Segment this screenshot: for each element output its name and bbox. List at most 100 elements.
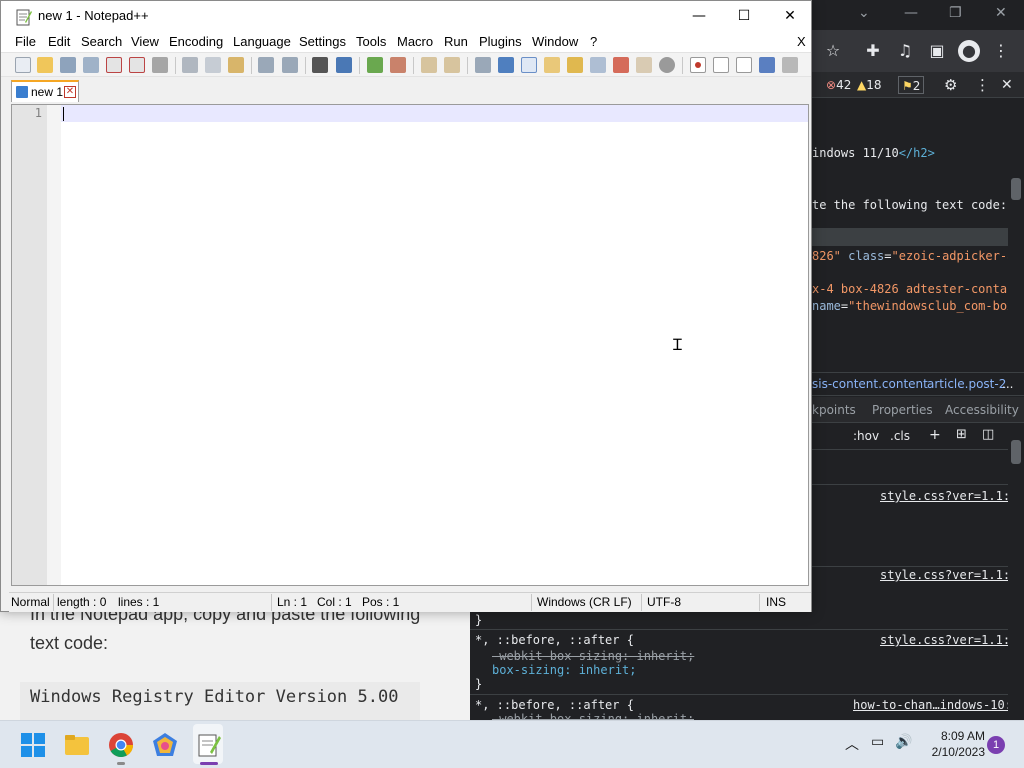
css-selector[interactable]: *, ::before, ::after {: [475, 633, 634, 647]
css-selector[interactable]: *, ::before, ::after {: [475, 698, 634, 712]
tab-close-icon[interactable]: ✕: [64, 86, 76, 98]
menu-view[interactable]: View: [131, 34, 159, 49]
close-button[interactable]: ✕: [767, 1, 813, 32]
tab-breakpoints[interactable]: kpoints: [812, 403, 856, 417]
network-icon[interactable]: ▭: [871, 734, 884, 750]
cut-icon[interactable]: [182, 57, 198, 73]
sync-vertical-icon[interactable]: [421, 57, 437, 73]
restore-icon[interactable]: ❐: [949, 5, 962, 21]
errors-badge[interactable]: ⊗42: [826, 76, 851, 94]
new-rule-plus-icon[interactable]: +: [929, 427, 941, 443]
tab-properties[interactable]: Properties: [872, 403, 933, 417]
notepadpp-titlebar[interactable]: new 1 - Notepad++ — ☐ ✕: [1, 1, 811, 32]
stylesheet-link[interactable]: style.css?ver=1.1:1: [880, 633, 1017, 647]
word-wrap-icon[interactable]: [475, 57, 491, 73]
menu-file[interactable]: File: [15, 34, 36, 49]
new-file-icon[interactable]: [15, 57, 31, 73]
code-line[interactable]: name="thewindowsclub_com-box-: [812, 299, 1022, 313]
css-overridden-property[interactable]: -webkit-box-sizing: inherit;: [492, 712, 694, 720]
status-encoding[interactable]: UTF-8: [647, 595, 681, 609]
sidepanel-icon[interactable]: ▣: [926, 40, 948, 62]
copy-icon[interactable]: [205, 57, 221, 73]
minimize-icon[interactable]: —: [904, 5, 918, 21]
elements-scrollbar[interactable]: [1008, 98, 1024, 370]
css-property[interactable]: box-sizing: inherit;: [492, 663, 637, 677]
replace-icon[interactable]: [336, 57, 352, 73]
editor-area[interactable]: 1: [11, 104, 809, 586]
stylesheet-link[interactable]: style.css?ver=1.1:1: [880, 568, 1017, 582]
volume-icon[interactable]: 🔊: [895, 734, 912, 750]
menu-edit[interactable]: Edit: [48, 34, 70, 49]
redo-icon[interactable]: [282, 57, 298, 73]
tab-new-1[interactable]: new 1 ✕: [11, 80, 79, 102]
close-all-icon[interactable]: [129, 57, 145, 73]
menu-macro[interactable]: Macro: [397, 34, 433, 49]
menu-language[interactable]: Language: [233, 34, 291, 49]
udl-icon[interactable]: [544, 57, 560, 73]
minimize-button[interactable]: —: [676, 1, 722, 32]
css-overridden-property[interactable]: -webkit-box-sizing: inherit;: [492, 649, 694, 663]
menu-search[interactable]: Search: [81, 34, 122, 49]
doc-map-icon[interactable]: [567, 57, 583, 73]
chrome-icon[interactable]: [108, 732, 134, 758]
record-macro-icon[interactable]: [690, 57, 706, 73]
extensions-icon[interactable]: ✚: [862, 40, 884, 62]
fold-margin[interactable]: [47, 105, 61, 585]
profile-avatar-icon[interactable]: ●: [958, 40, 980, 62]
menu-settings[interactable]: Settings: [299, 34, 346, 49]
status-insert-mode[interactable]: INS: [766, 595, 786, 609]
chevron-up-icon[interactable]: ︿: [845, 734, 859, 754]
breadcrumb-item[interactable]: sis-content.content: [812, 377, 928, 391]
folder-workspace-icon[interactable]: [636, 57, 652, 73]
zoom-in-icon[interactable]: [367, 57, 383, 73]
save-icon[interactable]: [60, 57, 76, 73]
open-file-icon[interactable]: [37, 57, 53, 73]
save-macro-icon[interactable]: [782, 57, 798, 73]
stop-macro-icon[interactable]: [713, 57, 729, 73]
stylesheet-link[interactable]: how-to-chan…indows-10:1: [853, 698, 1019, 712]
system-clock[interactable]: 8:09 AM 2/10/2023: [925, 728, 985, 760]
notification-badge[interactable]: 1: [987, 736, 1005, 754]
sync-horizontal-icon[interactable]: [444, 57, 460, 73]
show-all-chars-icon[interactable]: [498, 57, 514, 73]
tab-accessibility[interactable]: Accessibility: [945, 403, 1019, 417]
paint-brush-icon[interactable]: ⊞: [956, 427, 967, 442]
elements-scroll-thumb[interactable]: [1011, 178, 1021, 200]
warnings-badge[interactable]: ▲18: [857, 76, 882, 94]
notepadpp-taskbar-icon[interactable]: [196, 732, 222, 758]
more-menu-icon[interactable]: ⋮: [990, 40, 1012, 62]
styles-scrollbar[interactable]: [1008, 424, 1024, 720]
breadcrumb-item[interactable]: article.post-2: [927, 377, 1006, 391]
find-icon[interactable]: [312, 57, 328, 73]
undo-icon[interactable]: [258, 57, 274, 73]
media-icon[interactable]: ♫: [894, 40, 916, 62]
status-eol[interactable]: Windows (CR LF): [537, 595, 632, 609]
code-line[interactable]: 826" class="ezoic-adpicker-a: [812, 249, 1014, 263]
class-toggle[interactable]: .cls: [890, 429, 910, 443]
function-list-icon[interactable]: [613, 57, 629, 73]
menu-plugins[interactable]: Plugins: [479, 34, 522, 49]
menu-encoding[interactable]: Encoding: [169, 34, 223, 49]
play-macro-icon[interactable]: [736, 57, 752, 73]
menu-tools[interactable]: Tools: [356, 34, 386, 49]
bookmark-star-icon[interactable]: ☆: [822, 40, 844, 62]
menu-window[interactable]: Window: [532, 34, 578, 49]
menu-help[interactable]: ?: [590, 34, 597, 49]
maximize-button[interactable]: ☐: [721, 1, 767, 32]
print-icon[interactable]: [152, 57, 168, 73]
settings-gear-icon[interactable]: ⚙: [944, 76, 957, 94]
menu-close-document[interactable]: X: [797, 34, 806, 49]
monitoring-icon[interactable]: [659, 57, 675, 73]
save-all-icon[interactable]: [83, 57, 99, 73]
zoom-out-icon[interactable]: [390, 57, 406, 73]
doc-list-icon[interactable]: [590, 57, 606, 73]
hover-state-toggle[interactable]: :hov: [853, 429, 879, 443]
stylesheet-link[interactable]: style.css?ver=1.1:1: [880, 489, 1017, 503]
indent-guide-icon[interactable]: [521, 57, 537, 73]
toggle-sidebar-icon[interactable]: ◫: [982, 427, 994, 442]
devtools-close-icon[interactable]: ✕: [1001, 76, 1013, 94]
menu-run[interactable]: Run: [444, 34, 468, 49]
issues-badge[interactable]: ⚑2: [898, 76, 925, 94]
chevron-down-icon[interactable]: ⌄: [858, 5, 870, 21]
code-line[interactable]: te the following text code:: [812, 198, 1007, 212]
